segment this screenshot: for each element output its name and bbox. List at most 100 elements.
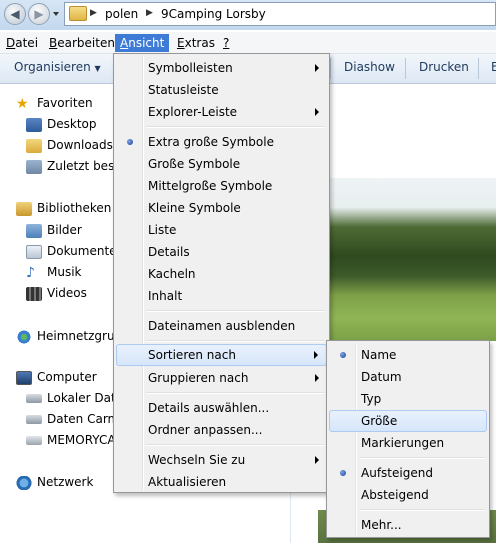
nav-favorites[interactable]: ★ Favoriten (16, 94, 93, 112)
email-button[interactable]: E (491, 60, 496, 74)
back-button[interactable]: ◀ (4, 3, 26, 25)
menu-item-toolbars[interactable]: Symbolleisten (116, 57, 327, 79)
menu-item-explorerbar[interactable]: Explorer-Leiste (116, 101, 327, 123)
menu-separator (146, 444, 325, 446)
breadcrumb-polen[interactable]: polen (105, 7, 138, 21)
menu-item-label: Typ (361, 392, 382, 406)
menu-extras[interactable]: Extras (172, 34, 220, 52)
menu-item-label: Mittelgroße Symbole (148, 179, 273, 193)
menu-item-label: Wechseln Sie zu (148, 453, 246, 467)
nav-music[interactable]: ♪ Musik (26, 263, 82, 281)
menu-datei[interactable]: Datei (1, 34, 43, 52)
videos-icon (26, 286, 42, 301)
nav-pictures[interactable]: Bilder (26, 221, 82, 239)
menu-bearbeiten-accel: B (49, 36, 58, 50)
menu-item-label: Ordner anpassen... (148, 423, 263, 437)
menu-item-tiles[interactable]: Kacheln (116, 263, 327, 285)
nav-network-label: Netzwerk (37, 475, 94, 489)
menu-extras-accel: E (177, 36, 185, 50)
sort-item-ascending[interactable]: Aufsteigend (329, 462, 487, 484)
nav-music-label: Musik (47, 265, 82, 279)
recent-pages-dropdown-icon[interactable] (53, 12, 59, 16)
organize-button[interactable]: Organisieren ▼ (14, 60, 101, 74)
title-bar: ◀ ▶ ▶ polen ▶ 9Camping Lorsby (0, 0, 496, 30)
toolbar-divider (405, 58, 406, 79)
menu-item-label: Name (361, 348, 397, 362)
menu-item-choose-details[interactable]: Details auswählen... (116, 397, 327, 419)
menu-item-label: Kleine Symbole (148, 201, 241, 215)
menu-separator (146, 340, 325, 342)
menu-item-label: Details auswählen... (148, 401, 270, 415)
nav-network[interactable]: Netzwerk (16, 473, 93, 491)
menu-item-group-by[interactable]: Gruppieren nach (116, 367, 327, 389)
menu-item-medium-icons[interactable]: Mittelgroße Symbole (116, 175, 327, 197)
menu-help[interactable]: ? (218, 34, 234, 52)
slideshow-button[interactable]: Diashow (344, 60, 395, 74)
nav-computer-label: Computer (37, 370, 97, 384)
sort-item-size[interactable]: Größe (329, 410, 487, 432)
downloads-folder-icon (26, 138, 42, 153)
nav-desktop[interactable]: Desktop (26, 115, 97, 133)
nav-videos-label: Videos (47, 286, 87, 300)
menu-help-accel: ? (223, 36, 230, 50)
submenu-arrow-icon (315, 108, 319, 116)
menu-item-details[interactable]: Details (116, 241, 327, 263)
nav-downloads-label: Downloads (47, 138, 113, 152)
menu-item-label: Markierungen (361, 436, 445, 450)
sort-item-date[interactable]: Datum (329, 366, 487, 388)
view-menu: Symbolleisten Statusleiste Explorer-Leis… (113, 53, 330, 493)
pictures-icon (26, 223, 42, 238)
nav-desktop-label: Desktop (47, 117, 97, 131)
breadcrumb-chevron-icon[interactable]: ▶ (90, 8, 97, 18)
sort-item-more[interactable]: Mehr... (329, 514, 487, 536)
menu-item-label: Mehr... (361, 518, 402, 532)
menu-ansicht[interactable]: Ansicht (115, 34, 170, 52)
sort-item-tags[interactable]: Markierungen (329, 432, 487, 454)
menu-item-sort-by[interactable]: Sortieren nach (116, 344, 327, 366)
computer-icon (16, 370, 32, 385)
nav-libraries[interactable]: Bibliotheken (16, 199, 111, 217)
toolbar-divider (478, 58, 479, 79)
menu-item-small-icons[interactable]: Kleine Symbole (116, 197, 327, 219)
menu-extras-label: xtras (184, 36, 215, 50)
forward-button[interactable]: ▶ (28, 3, 50, 25)
menu-bearbeiten[interactable]: Bearbeiten (44, 34, 120, 52)
menu-item-refresh[interactable]: Aktualisieren (116, 471, 327, 493)
breadcrumb-chevron-icon[interactable]: ▶ (146, 8, 153, 18)
menu-item-label: Kacheln (148, 267, 196, 281)
nav-downloads[interactable]: Downloads (26, 136, 113, 154)
radio-selected-icon (340, 470, 346, 476)
sort-item-descending[interactable]: Absteigend (329, 484, 487, 506)
nav-favorites-label: Favoriten (37, 96, 93, 110)
image-thumbnail[interactable] (318, 178, 496, 341)
menu-item-label: Statusleiste (148, 83, 219, 97)
address-bar[interactable]: ▶ polen ▶ 9Camping Lorsby (64, 2, 496, 26)
menu-item-list[interactable]: Liste (116, 219, 327, 241)
menu-item-label: Inhalt (148, 289, 183, 303)
libraries-icon (16, 201, 32, 216)
menu-item-label: Aktualisieren (148, 475, 227, 489)
drive-icon (26, 415, 42, 424)
menu-separator (359, 509, 485, 511)
menu-item-go-to[interactable]: Wechseln Sie zu (116, 449, 327, 471)
menu-item-customize-folder[interactable]: Ordner anpassen... (116, 419, 327, 441)
nav-documents-label: Dokumente (47, 244, 117, 258)
submenu-arrow-icon (315, 374, 319, 382)
organize-label: Organisieren (14, 60, 91, 74)
breadcrumb-current-folder[interactable]: 9Camping Lorsby (161, 7, 266, 21)
sort-item-type[interactable]: Typ (329, 388, 487, 410)
menu-item-label: Sortieren nach (148, 348, 236, 362)
navigation-pane: ★ Favoriten Desktop Downloads Zuletzt bes… (0, 84, 168, 543)
nav-computer[interactable]: Computer (16, 368, 97, 386)
nav-videos[interactable]: Videos (26, 284, 87, 302)
menu-item-xlarge-icons[interactable]: Extra große Symbole (116, 131, 327, 153)
menu-ansicht-accel: A (120, 36, 129, 50)
chevron-down-icon: ▼ (94, 64, 101, 73)
menu-item-hide-filenames[interactable]: Dateinamen ausblenden (116, 315, 327, 337)
nav-documents[interactable]: Dokumente (26, 242, 117, 260)
print-button[interactable]: Drucken (419, 60, 469, 74)
menu-item-statusbar[interactable]: Statusleiste (116, 79, 327, 101)
menu-item-content[interactable]: Inhalt (116, 285, 327, 307)
sort-item-name[interactable]: Name (329, 344, 487, 366)
menu-item-large-icons[interactable]: Große Symbole (116, 153, 327, 175)
